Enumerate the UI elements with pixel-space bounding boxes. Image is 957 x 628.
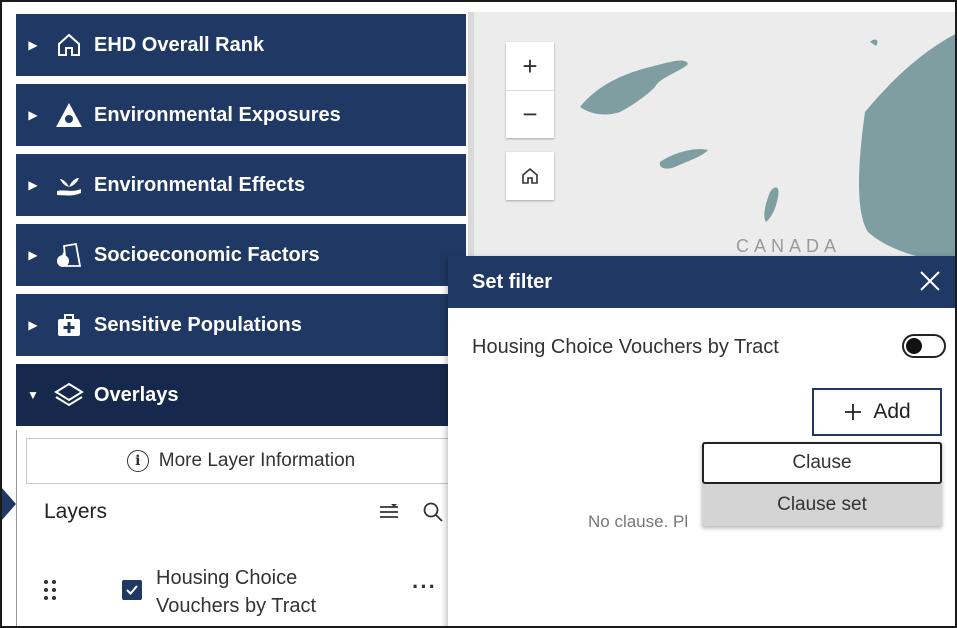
panel-border: [16, 430, 17, 626]
accordion-environmental-exposures[interactable]: ▶ Environmental Exposures: [16, 84, 466, 146]
accordion-label: Socioeconomic Factors: [94, 243, 320, 266]
add-label: Add: [873, 400, 911, 423]
menu-item-clause[interactable]: Clause: [702, 442, 942, 484]
menu-item-clause-set[interactable]: Clause set: [702, 484, 942, 526]
more-layer-info-button[interactable]: i More Layer Information: [26, 438, 456, 484]
zoom-in-button[interactable]: +: [506, 42, 554, 90]
home-icon: [522, 167, 538, 184]
info-icon: i: [126, 450, 149, 472]
caret-right-icon: ▶: [28, 178, 38, 192]
layers-title: Layers: [44, 500, 108, 523]
accordion-label: Environmental Exposures: [94, 103, 341, 126]
medical-kit-icon: [50, 309, 88, 341]
left-panel: ▶ EHD Overall Rank ▶ Environmental Expos…: [6, 10, 468, 626]
close-icon[interactable]: [915, 266, 945, 296]
caret-right-icon: ▶: [28, 318, 38, 332]
zoom-out-button[interactable]: −: [506, 90, 554, 138]
house-icon: [50, 29, 88, 61]
filter-toggle[interactable]: [902, 334, 946, 358]
empty-state-text: No clause. Pl: [588, 512, 689, 531]
layer-visibility-checkbox[interactable]: [122, 580, 142, 600]
toggle-knob: [906, 338, 922, 354]
more-layer-info-label: More Layer Information: [158, 450, 356, 471]
filter-list-icon[interactable]: [378, 502, 400, 522]
dialog-title: Set filter: [472, 270, 553, 293]
accordion-label: Overlays: [94, 383, 179, 406]
caret-right-icon: ▶: [28, 38, 38, 52]
dialog-header: Set filter: [448, 256, 955, 308]
plus-icon: [845, 404, 862, 420]
home-button[interactable]: [506, 152, 554, 200]
add-menu-dropdown: Clause Clause set: [702, 442, 942, 526]
layer-name: Housing Choice Vouchers by Tract: [156, 567, 317, 617]
accordion-overlays[interactable]: ▼ Overlays: [16, 364, 466, 426]
map-country-label: CANADA: [736, 236, 842, 256]
accordion-sensitive-populations[interactable]: ▶ Sensitive Populations: [16, 294, 466, 356]
filter-layer-name: Housing Choice Vouchers by Tract: [472, 336, 779, 358]
bag-apple-icon: [50, 239, 88, 271]
collapse-panel-handle[interactable]: [2, 488, 16, 520]
app-frame: + − CANADA ▶ EHD Overall Rank ▶ Environm…: [0, 0, 957, 628]
accordion-label: Environmental Effects: [94, 173, 306, 196]
accordion-label: EHD Overall Rank: [94, 33, 265, 56]
drag-handle-icon[interactable]: [42, 578, 58, 602]
zoom-control: + −: [506, 42, 554, 138]
caret-down-icon: ▼: [27, 388, 39, 402]
hazard-icon: [50, 99, 88, 131]
add-clause-button[interactable]: Add: [812, 388, 942, 436]
layer-list-item[interactable]: Housing Choice Vouchers by Tract ···: [26, 550, 456, 626]
search-icon[interactable]: [422, 501, 444, 523]
accordion-label: Sensitive Populations: [94, 313, 302, 336]
hand-plant-icon: [50, 169, 88, 201]
accordion-environmental-effects[interactable]: ▶ Environmental Effects: [16, 154, 466, 216]
accordion-ehd-overall-rank[interactable]: ▶ EHD Overall Rank: [16, 14, 466, 76]
caret-right-icon: ▶: [28, 248, 38, 262]
accordion-socioeconomic-factors[interactable]: ▶ Socioeconomic Factors: [16, 224, 466, 286]
more-options-icon[interactable]: ···: [412, 574, 437, 600]
layers-header: Layers: [26, 490, 456, 534]
layers-icon: [50, 379, 88, 411]
caret-right-icon: ▶: [28, 108, 38, 122]
checkmark-icon: [126, 585, 138, 595]
